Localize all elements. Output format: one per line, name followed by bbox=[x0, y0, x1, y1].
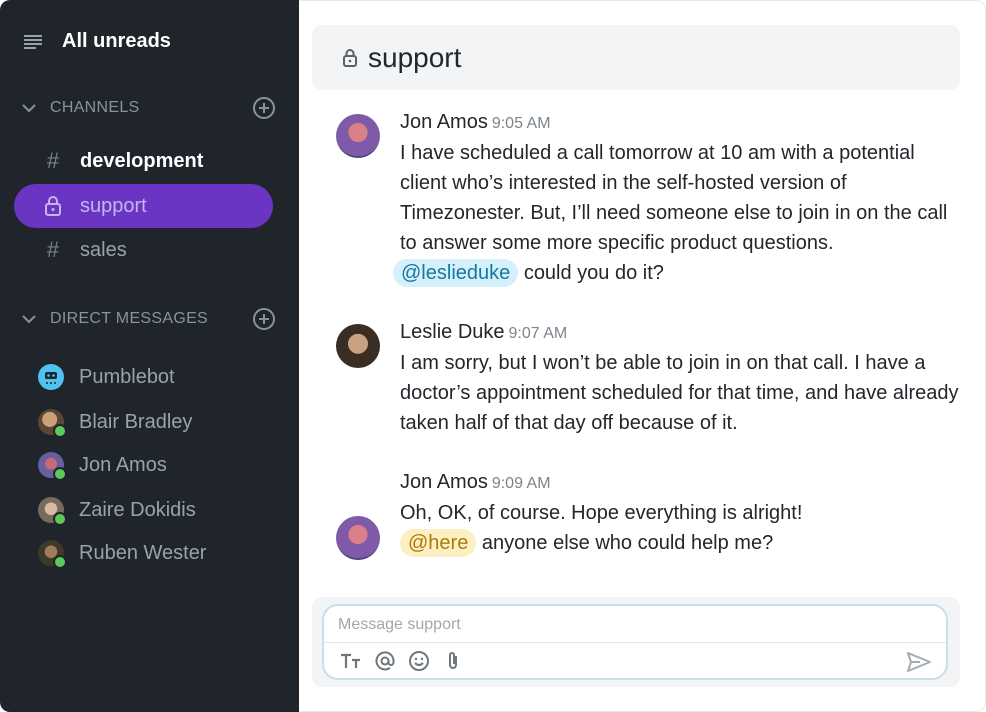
mention-icon[interactable] bbox=[374, 650, 396, 672]
avatar[interactable] bbox=[336, 324, 380, 368]
dm-label: Zaire Dokidis bbox=[79, 498, 196, 521]
channels-section-header[interactable]: CHANNELS bbox=[20, 96, 276, 120]
message-author[interactable]: Jon Amos bbox=[400, 111, 488, 133]
channel-sales[interactable]: # sales bbox=[14, 228, 273, 272]
avatar bbox=[38, 497, 67, 526]
message-text: Oh, OK, of course. Hope everything is al… bbox=[400, 498, 960, 558]
composer-divider bbox=[324, 642, 946, 643]
dm-label: Ruben Wester bbox=[79, 541, 207, 564]
here-mention[interactable]: @here bbox=[400, 529, 477, 557]
dm-pumblebot[interactable]: Pumblebot bbox=[38, 364, 175, 390]
message-timestamp: 9:05 AM bbox=[491, 115, 551, 132]
message-timestamp: 9:07 AM bbox=[508, 325, 568, 342]
avatar bbox=[38, 409, 67, 438]
dm-label: Pumblebot bbox=[79, 365, 175, 388]
message-body-tail: could you do it? bbox=[523, 262, 664, 284]
message-author[interactable]: Jon Amos bbox=[400, 471, 488, 493]
dm-label: Jon Amos bbox=[79, 453, 167, 476]
list-icon bbox=[24, 34, 42, 49]
message-body: I have scheduled a call tomorrow at 10 a… bbox=[400, 142, 948, 254]
dm-zaire-dokidis[interactable]: Zaire Dokidis bbox=[38, 497, 196, 526]
avatar[interactable] bbox=[336, 114, 380, 158]
online-status-dot bbox=[53, 555, 67, 569]
add-dm-icon[interactable] bbox=[252, 307, 276, 331]
composer-area: Message support bbox=[312, 597, 960, 687]
user-mention[interactable]: @leslieduke bbox=[393, 259, 519, 287]
online-status-dot bbox=[53, 512, 67, 526]
message-body: Oh, OK, of course. Hope everything is al… bbox=[400, 502, 803, 524]
lock-icon bbox=[343, 48, 357, 67]
channels-header-label: CHANNELS bbox=[50, 99, 140, 116]
all-unreads-item[interactable]: All unreads bbox=[22, 30, 171, 53]
lock-icon bbox=[40, 196, 66, 216]
all-unreads-label: All unreads bbox=[62, 30, 171, 52]
message-input[interactable]: Message support bbox=[322, 604, 948, 680]
channel-header: support bbox=[312, 25, 960, 90]
dm-label: Blair Bradley bbox=[79, 410, 193, 433]
dm-jon-amos[interactable]: Jon Amos bbox=[38, 452, 167, 481]
emoji-icon[interactable] bbox=[408, 650, 430, 672]
channel-development[interactable]: # development bbox=[14, 139, 273, 183]
formatting-toolbar bbox=[340, 650, 464, 672]
hash-icon: # bbox=[46, 237, 60, 262]
chevron-down-icon bbox=[22, 315, 36, 324]
channel-label: sales bbox=[80, 238, 127, 261]
sidebar: All unreads CHANNELS # development suppo… bbox=[0, 0, 299, 712]
attachment-icon[interactable] bbox=[442, 650, 464, 672]
message-text: I am sorry, but I won’t be able to join … bbox=[400, 352, 959, 434]
message-text: I have scheduled a call tomorrow at 10 a… bbox=[393, 138, 960, 288]
online-status-dot bbox=[53, 424, 67, 438]
online-status-dot bbox=[53, 467, 67, 481]
chevron-down-icon bbox=[22, 104, 36, 113]
channel-label: support bbox=[80, 194, 147, 217]
channel-view: support Jon Amos 9:05 AM I have scheduled… bbox=[299, 0, 986, 712]
channel-support[interactable]: support bbox=[14, 184, 273, 228]
dm-blair-bradley[interactable]: Blair Bradley bbox=[38, 409, 193, 438]
message-author[interactable]: Leslie Duke bbox=[400, 321, 505, 343]
avatar bbox=[38, 540, 67, 569]
message-body-tail: anyone else who could help me? bbox=[481, 532, 774, 554]
direct-messages-section-header[interactable]: DIRECT MESSAGES bbox=[20, 307, 276, 331]
message-placeholder: Message support bbox=[338, 616, 461, 633]
message-timestamp: 9:09 AM bbox=[491, 475, 551, 492]
dm-header-label: DIRECT MESSAGES bbox=[50, 310, 209, 327]
hash-icon: # bbox=[46, 148, 60, 173]
channel-label: development bbox=[80, 149, 204, 172]
avatar bbox=[38, 452, 67, 481]
avatar[interactable] bbox=[336, 516, 380, 560]
bot-avatar bbox=[38, 364, 64, 390]
send-icon[interactable] bbox=[906, 650, 932, 674]
add-channel-icon[interactable] bbox=[252, 96, 276, 120]
text-format-icon[interactable] bbox=[340, 650, 362, 672]
dm-ruben-wester[interactable]: Ruben Wester bbox=[38, 540, 207, 569]
channel-title: support bbox=[368, 41, 462, 73]
